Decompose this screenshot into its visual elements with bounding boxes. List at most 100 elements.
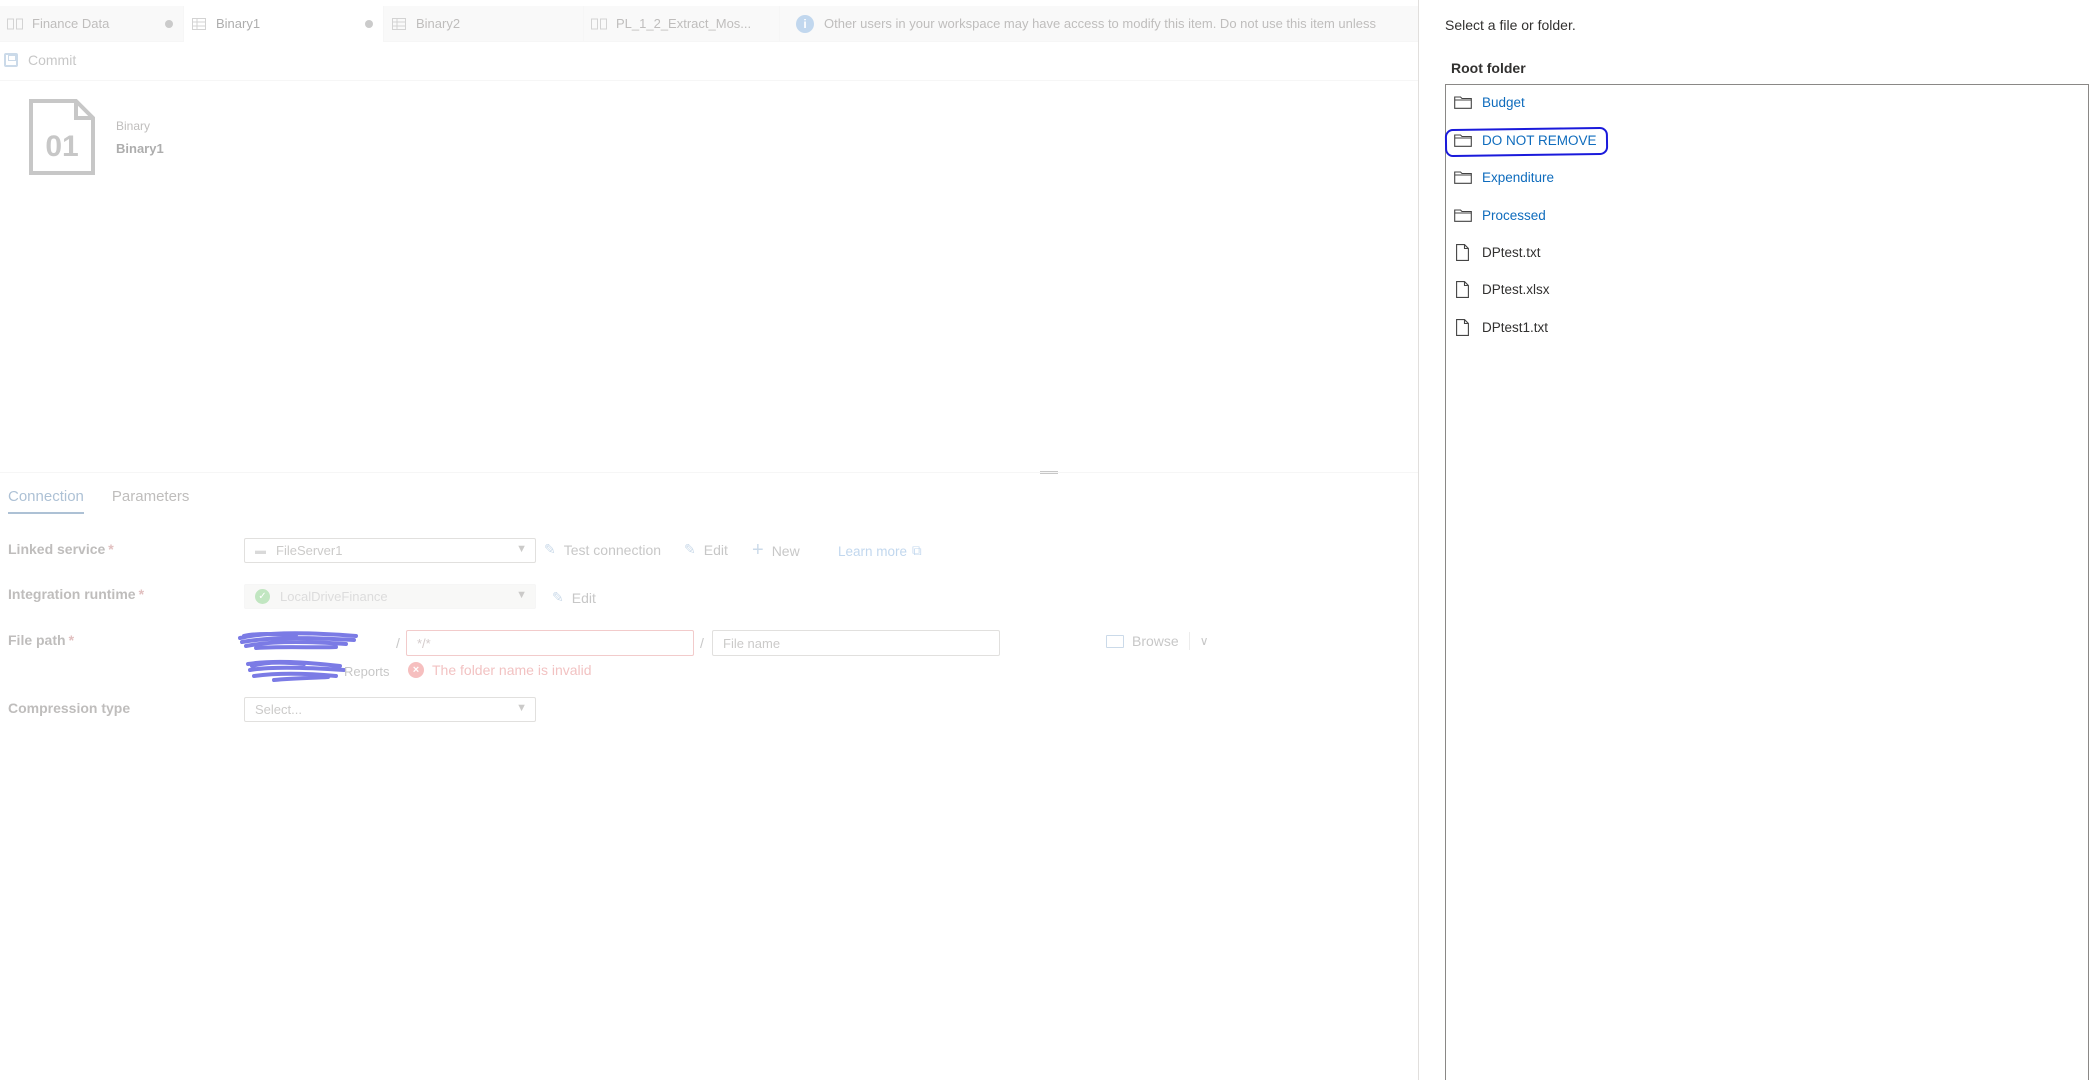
- folder-error-message: × The folder name is invalid: [408, 662, 592, 678]
- folder-path-value: */*: [417, 635, 431, 651]
- commit-label: Commit: [28, 52, 77, 68]
- tab-connection[interactable]: Connection: [8, 488, 84, 514]
- learn-more-label: Learn more: [838, 543, 908, 559]
- error-icon: ×: [408, 662, 424, 678]
- integration-runtime-value: LocalDriveFinance: [280, 589, 388, 604]
- list-item-folder-budget[interactable]: Budget: [1454, 91, 1525, 113]
- commit-button[interactable]: Commit: [4, 52, 76, 68]
- file-icon: [1456, 280, 1469, 298]
- pencil-icon: ✎: [552, 589, 564, 605]
- splitter-grip-icon[interactable]: [1040, 471, 1058, 474]
- linked-service-label-text: Linked service: [8, 541, 106, 557]
- integration-runtime-label-text: Integration runtime: [8, 586, 136, 602]
- chevron-down-icon[interactable]: ∨: [1200, 634, 1209, 648]
- linked-service-label: Linked service *: [8, 541, 114, 557]
- required-marker: *: [138, 586, 145, 602]
- folder-icon: [1106, 634, 1124, 648]
- external-link-icon: ⧉: [912, 543, 922, 558]
- table-icon: [190, 17, 208, 31]
- binary-icon-text: 01: [45, 130, 78, 163]
- info-banner-text: Other users in your workspace may have a…: [824, 16, 1377, 31]
- tab-binary1[interactable]: Binary1: [184, 5, 384, 42]
- pencil-icon: ✎: [684, 541, 696, 557]
- list-item-file-dptest-txt[interactable]: DPtest.txt: [1454, 241, 1541, 263]
- checkmark-icon: ✓: [255, 589, 270, 604]
- folder-path-input[interactable]: */*: [406, 630, 694, 656]
- info-icon: i: [796, 14, 814, 33]
- browse-button[interactable]: Browse ∨: [1106, 632, 1208, 650]
- tab-label: Finance Data: [32, 16, 110, 31]
- file-list: Budget DO NOT REMOVE Expenditure Process…: [1445, 84, 2089, 1080]
- chevron-down-icon: ▼: [516, 589, 527, 601]
- linked-service-select[interactable]: ▬ FileServer1 ▼: [244, 538, 536, 563]
- integration-runtime-label: Integration runtime *: [8, 586, 144, 602]
- edit-linked-service-button[interactable]: ✎ Edit: [684, 541, 728, 558]
- file-name-placeholder: File name: [723, 635, 781, 651]
- unsaved-indicator: [365, 19, 373, 28]
- table-icon: [390, 17, 408, 31]
- redaction-scribble: [238, 631, 358, 650]
- tab-parameters[interactable]: Parameters: [112, 488, 190, 514]
- item-label: Expenditure: [1482, 169, 1555, 185]
- folder-icon: [1454, 208, 1472, 222]
- item-label: Budget: [1482, 94, 1525, 110]
- properties-tabs: Connection Parameters: [8, 488, 217, 514]
- compression-type-select[interactable]: Select... ▼: [244, 697, 536, 722]
- learn-more-link[interactable]: Learn more ⧉: [838, 543, 922, 559]
- file-path-label-text: File path: [8, 632, 66, 648]
- plug-icon: ✎: [544, 541, 556, 557]
- path-separator: /: [396, 635, 400, 651]
- required-marker: *: [68, 632, 75, 648]
- edit-label: Edit: [703, 541, 728, 558]
- binary-file-icon: 01: [29, 99, 95, 175]
- file-icon: [1456, 243, 1469, 261]
- item-label: DPtest1.txt: [1482, 319, 1549, 335]
- tab-binary2[interactable]: Binary2: [384, 5, 584, 42]
- list-item-folder-expenditure[interactable]: Expenditure: [1454, 166, 1554, 188]
- modal-dim-overlay: [0, 0, 1418, 1080]
- list-item-file-dptest1-txt[interactable]: DPtest1.txt: [1454, 316, 1548, 338]
- edit-integration-runtime-button[interactable]: ✎ Edit: [552, 589, 596, 606]
- divider: [1188, 632, 1190, 650]
- tab-finance-data[interactable]: Finance Data: [0, 5, 184, 42]
- tab-label: PL_1_2_Extract_Mos...: [616, 16, 752, 31]
- file-picker-panel: Select a file or folder. Root folder Bud…: [1418, 0, 2098, 1080]
- plus-icon: +: [752, 539, 764, 561]
- pipeline-icon: [590, 17, 608, 31]
- dataset-type: Binary: [116, 119, 151, 133]
- folder-icon: [1454, 170, 1472, 184]
- path-separator: /: [700, 635, 704, 651]
- required-marker: *: [108, 541, 114, 557]
- unsaved-indicator: [165, 19, 173, 28]
- linked-service-value: FileServer1: [276, 543, 343, 558]
- compression-placeholder: Select...: [255, 702, 302, 717]
- item-label: DPtest.txt: [1482, 244, 1541, 260]
- info-banner: i Other users in your workspace may have…: [796, 14, 1416, 33]
- test-connection-button[interactable]: ✎ Test connection: [544, 541, 661, 558]
- compression-type-label: Compression type: [8, 700, 131, 716]
- item-label: Processed: [1482, 207, 1546, 223]
- panel-title: Select a file or folder.: [1445, 17, 1576, 33]
- folder-icon: [1454, 95, 1472, 109]
- new-label: New: [771, 542, 800, 559]
- file-server-icon: ▬: [255, 544, 266, 557]
- integration-runtime-select: ✓ LocalDriveFinance ▼: [244, 584, 536, 609]
- file-icon: [1456, 318, 1469, 336]
- tab-label: Binary1: [216, 16, 261, 31]
- pane-splitter[interactable]: [0, 472, 1418, 473]
- redaction-scribble: [246, 659, 346, 682]
- tab-pipeline[interactable]: PL_1_2_Extract_Mos...: [584, 5, 780, 42]
- chevron-down-icon: ▼: [516, 543, 527, 555]
- file-name-input[interactable]: File name: [712, 630, 1000, 656]
- chevron-down-icon: ▼: [516, 702, 527, 714]
- header-divider: [0, 80, 1418, 81]
- edit-label: Edit: [571, 589, 596, 606]
- path-tail: Reports: [344, 664, 390, 679]
- root-folder-label: Root folder: [1451, 60, 1526, 76]
- dataset-name: Binary1: [116, 141, 164, 156]
- list-item-file-dptest-xlsx[interactable]: DPtest.xlsx: [1454, 278, 1550, 300]
- tab-label: Binary2: [416, 16, 461, 31]
- list-item-folder-processed[interactable]: Processed: [1454, 204, 1546, 226]
- browse-label: Browse: [1132, 633, 1179, 649]
- new-linked-service-button[interactable]: + New: [752, 539, 800, 562]
